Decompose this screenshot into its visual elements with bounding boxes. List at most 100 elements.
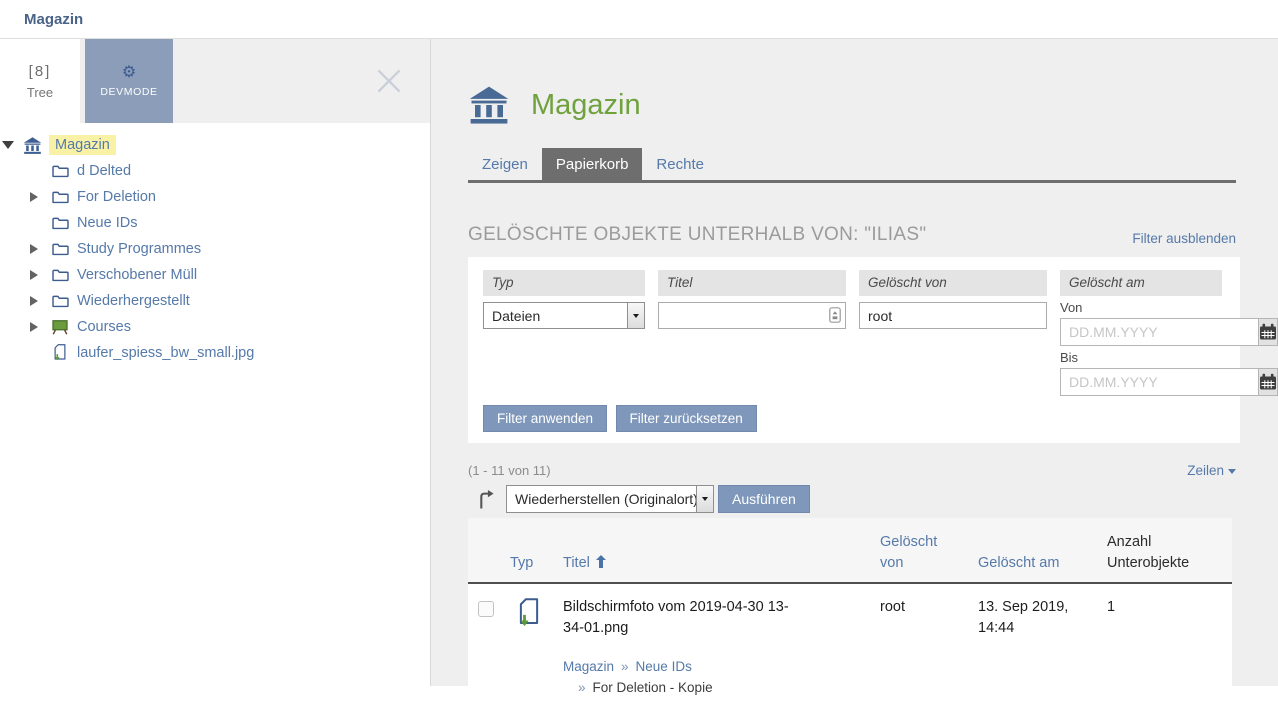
tab-rechte[interactable]: Rechte xyxy=(642,148,718,180)
close-icon xyxy=(370,62,408,100)
row-deleted-at: 13. Sep 2019, 14:44 xyxy=(978,597,1074,639)
path-separator: » xyxy=(578,680,586,695)
repository-icon xyxy=(22,136,42,155)
filter-label-titel: Titel xyxy=(658,270,846,296)
column-titel[interactable]: Titel xyxy=(563,555,590,571)
path-crumb-last: For Deletion - Kopie xyxy=(593,680,713,695)
titel-input[interactable] xyxy=(658,302,846,329)
hide-filter-link[interactable]: Filter ausblenden xyxy=(1132,231,1236,246)
row-path: Magazin » Neue IDs » For Deletion - Kopie xyxy=(563,656,1232,708)
repository-tree: Magazin d Delted For Deletion Neue IDs xyxy=(0,123,430,366)
tree-item-label[interactable]: laufer_spiess_bw_small.jpg xyxy=(77,345,254,361)
table-row: Bildschirmfoto vom 2019-04-30 13-34-01.p… xyxy=(468,584,1232,708)
expander-icon[interactable] xyxy=(2,141,22,149)
expander-icon[interactable] xyxy=(30,192,50,202)
tree-item-wiederhergestellt[interactable]: Wiederhergestellt xyxy=(0,288,430,314)
tree-icon: [8] xyxy=(29,63,52,80)
folder-icon xyxy=(50,294,70,309)
row-title: Bildschirmfoto vom 2019-04-30 13-34-01.p… xyxy=(563,597,803,639)
page-title: Magazin xyxy=(531,89,641,122)
column-geloescht-von[interactable]: Gelöscht von xyxy=(880,532,952,574)
folder-icon xyxy=(50,190,70,205)
tree-item-label[interactable]: For Deletion xyxy=(77,189,156,205)
folder-icon xyxy=(50,216,70,231)
expander-icon[interactable] xyxy=(30,322,50,332)
path-separator: » xyxy=(621,659,629,674)
path-crumb[interactable]: Magazin xyxy=(563,659,614,674)
bis-label: Bis xyxy=(1060,350,1222,365)
execute-button[interactable]: Ausführen xyxy=(718,485,810,513)
file-icon xyxy=(518,598,563,639)
row-subobjects: 1 xyxy=(1107,597,1232,639)
sidebar-header: [8] Tree ⚙ DEVMODE xyxy=(0,39,430,123)
date-bis-input[interactable] xyxy=(1060,368,1258,396)
topbar-title[interactable]: Magazin xyxy=(24,11,83,28)
devmode-button[interactable]: ⚙ DEVMODE xyxy=(85,39,173,123)
filter-apply-button[interactable]: Filter anwenden xyxy=(483,405,607,432)
tree-item-verschobener-muell[interactable]: Verschobener Müll xyxy=(0,262,430,288)
tree-item-label[interactable]: Verschobener Müll xyxy=(77,267,197,283)
autocomplete-icon xyxy=(829,307,841,328)
tab-bar: Zeigen Papierkorb Rechte xyxy=(468,148,1236,183)
filter-label-geloescht-von: Gelöscht von xyxy=(859,270,1047,296)
close-sidebar-button[interactable] xyxy=(370,62,408,100)
tree-item-neue-ids[interactable]: Neue IDs xyxy=(0,210,430,236)
expander-icon[interactable] xyxy=(30,296,50,306)
devmode-label: DEVMODE xyxy=(100,86,157,98)
section-title: GELÖSCHTE OBJEKTE UNTERHALB VON: "ILIAS" xyxy=(468,224,926,246)
column-anzahl-unterobjekte: Anzahl Unterobjekte xyxy=(1107,532,1207,574)
typ-select-value: Dateien xyxy=(484,308,627,324)
tree-item-d-delted[interactable]: d Delted xyxy=(0,158,430,184)
expander-icon[interactable] xyxy=(30,270,50,280)
geloescht-von-input[interactable] xyxy=(859,302,1047,329)
gear-icon: ⚙ xyxy=(122,65,136,81)
column-typ[interactable]: Typ xyxy=(510,553,563,574)
von-label: Von xyxy=(1060,300,1222,315)
calendar-button[interactable] xyxy=(1258,368,1278,396)
tree-item-label[interactable]: Neue IDs xyxy=(77,215,137,231)
expander-icon[interactable] xyxy=(30,244,50,254)
tree-item-label[interactable]: d Delted xyxy=(77,163,131,179)
folder-icon xyxy=(50,242,70,257)
rows-menu-link[interactable]: Zeilen xyxy=(1187,463,1236,478)
filter-panel: Typ Dateien Titel xyxy=(468,257,1240,443)
action-select-value: Wiederherstellen (Originalort) xyxy=(507,491,696,507)
filter-reset-button[interactable]: Filter zurücksetzen xyxy=(616,405,757,432)
main-content: Magazin Zeigen Papierkorb Rechte GELÖSCH… xyxy=(431,39,1278,686)
calendar-icon xyxy=(1259,323,1277,341)
file-icon xyxy=(50,344,70,362)
date-von-input[interactable] xyxy=(1060,318,1258,346)
tree-item-label[interactable]: Magazin xyxy=(49,135,116,155)
filter-label-typ: Typ xyxy=(483,270,645,296)
tree-tab[interactable]: [8] Tree xyxy=(0,39,80,123)
tree-item-for-deletion[interactable]: For Deletion xyxy=(0,184,430,210)
tree-item-label[interactable]: Wiederhergestellt xyxy=(77,293,190,309)
column-geloescht-am[interactable]: Gelöscht am xyxy=(978,553,1107,574)
tree-item-label[interactable]: Courses xyxy=(77,319,131,335)
path-crumb[interactable]: Neue IDs xyxy=(636,659,692,674)
trash-table: Typ Titel Gelöscht von Gelöscht am Anzah… xyxy=(468,518,1232,708)
tree-item-courses[interactable]: Courses xyxy=(0,314,430,340)
apply-to-selection-icon xyxy=(478,489,495,510)
typ-select[interactable]: Dateien xyxy=(483,302,645,329)
caret-down-icon xyxy=(1228,469,1236,474)
tree-item-laufer-jpg[interactable]: laufer_spiess_bw_small.jpg xyxy=(0,340,430,366)
folder-icon xyxy=(50,268,70,283)
filter-label-geloescht-am: Gelöscht am xyxy=(1060,270,1222,296)
row-deleted-by: root xyxy=(880,597,978,639)
tab-papierkorb[interactable]: Papierkorb xyxy=(542,148,643,180)
repository-tree-sidebar: [8] Tree ⚙ DEVMODE Magazin d Delted xyxy=(0,39,431,686)
tree-item-label[interactable]: Study Programmes xyxy=(77,241,201,257)
calendar-button[interactable] xyxy=(1258,318,1278,346)
row-checkbox[interactable] xyxy=(478,601,494,617)
tab-zeigen[interactable]: Zeigen xyxy=(468,148,542,180)
action-select[interactable]: Wiederherstellen (Originalort) xyxy=(506,485,714,513)
folder-icon xyxy=(50,164,70,179)
tree-item-magazin[interactable]: Magazin xyxy=(0,132,430,158)
tree-item-study-programmes[interactable]: Study Programmes xyxy=(0,236,430,262)
top-bar: Magazin xyxy=(0,0,1278,39)
table-header: Typ Titel Gelöscht von Gelöscht am Anzah… xyxy=(468,518,1232,584)
chevron-down-icon[interactable] xyxy=(696,486,713,512)
chevron-down-icon[interactable] xyxy=(627,303,644,328)
sort-ascending-icon xyxy=(596,555,606,568)
